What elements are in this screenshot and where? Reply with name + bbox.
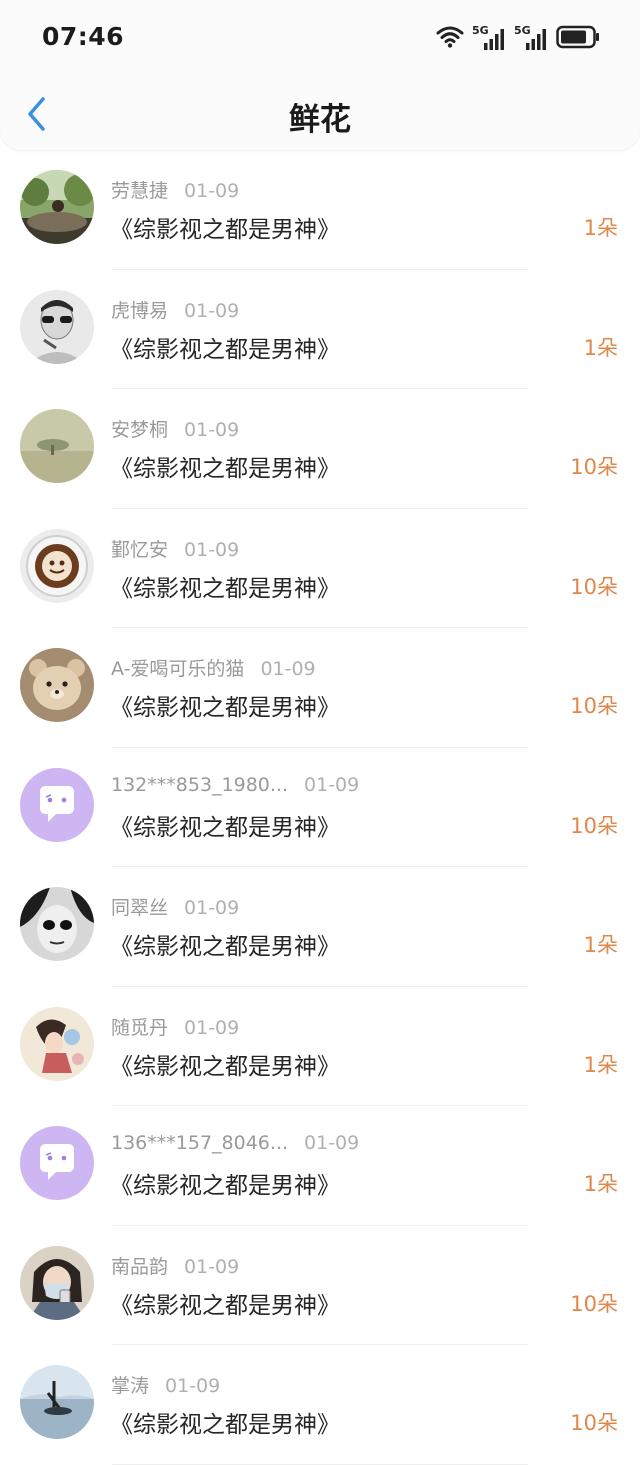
gift-date: 01-09: [165, 1375, 221, 1397]
flower-count: 1朵: [583, 933, 618, 957]
avatar[interactable]: [20, 170, 94, 244]
list-item[interactable]: 132***853_1980... 01-09 《综影视之都是男神》 10朵: [0, 748, 640, 868]
list-item[interactable]: 安梦桐 01-09 《综影视之都是男神》 10朵: [0, 389, 640, 509]
gift-date: 01-09: [304, 1132, 360, 1154]
user-name: 安梦桐: [111, 419, 169, 441]
avatar[interactable]: [20, 1006, 94, 1081]
list-item[interactable]: 虎博易 01-09 《综影视之都是男神》 1朵: [0, 270, 640, 390]
flower-count: 1朵: [583, 216, 618, 240]
item-meta: 136***157_8046... 01-09: [111, 1132, 359, 1154]
flower-count: 10朵: [570, 813, 618, 838]
gift-date: 01-09: [184, 897, 240, 919]
gift-date: 01-09: [184, 538, 240, 561]
user-name: 劳慧捷: [111, 180, 169, 202]
book-title: 《综影视之都是男神》: [110, 336, 340, 363]
list-item[interactable]: 同翠丝 01-09 《综影视之都是男神》 1朵: [0, 867, 640, 987]
signal-2-icon: 5G: [514, 24, 548, 52]
gift-date: 01-09: [184, 1016, 240, 1039]
user-name: 132***853_1980...: [111, 773, 289, 796]
avatar[interactable]: [20, 409, 94, 483]
gift-date: 01-09: [184, 180, 240, 202]
list-item[interactable]: 鄞忆安 01-09 《综影视之都是男神》 10朵: [0, 509, 640, 629]
title-bar: 鲜花: [0, 80, 640, 150]
flower-count: 10朵: [570, 574, 618, 599]
flower-count: 10朵: [570, 455, 618, 479]
status-time: 07:46: [42, 22, 125, 51]
user-name: 136***157_8046...: [111, 1132, 289, 1154]
gift-date: 01-09: [184, 419, 240, 441]
item-meta: 随觅丹 01-09: [111, 1013, 239, 1040]
status-icons: 5G 5G: [436, 24, 600, 54]
book-title: 《综影视之都是男神》: [110, 1412, 340, 1438]
book-title: 《综影视之都是男神》: [110, 1053, 340, 1080]
user-name: 掌涛: [111, 1375, 150, 1397]
gift-date: 01-09: [260, 658, 316, 680]
flower-count: 10朵: [570, 1411, 618, 1435]
item-meta: 同翠丝 01-09: [111, 893, 239, 920]
user-name: 随觅丹: [111, 1016, 169, 1039]
user-name: 虎博易: [111, 299, 169, 322]
avatar[interactable]: [20, 767, 94, 842]
item-meta: 虎博易 01-09: [111, 296, 239, 323]
page-title: 鲜花: [289, 102, 351, 138]
header: 07:46 5G 5G 鲜花: [0, 0, 640, 150]
avatar[interactable]: [20, 1365, 94, 1439]
gift-date: 01-09: [304, 773, 360, 796]
list-item[interactable]: A-爱喝可乐的猫 01-09 《综影视之都是男神》 10朵: [0, 628, 640, 748]
avatar[interactable]: [20, 648, 94, 722]
avatar[interactable]: [20, 289, 94, 364]
battery-icon: [556, 25, 600, 53]
book-title: 《综影视之都是男神》: [110, 456, 340, 482]
item-meta: A-爱喝可乐的猫 01-09: [111, 654, 316, 681]
user-name: 南品韵: [111, 1255, 169, 1278]
item-meta: 鄞忆安 01-09: [111, 535, 239, 562]
book-title: 《综影视之都是男神》: [110, 934, 340, 960]
list-item[interactable]: 136***157_8046... 01-09 《综影视之都是男神》 1朵: [0, 1106, 640, 1226]
item-meta: 南品韵 01-09: [111, 1252, 239, 1279]
status-bar: 07:46 5G 5G: [0, 0, 640, 80]
list-item[interactable]: 南品韵 01-09 《综影视之都是男神》 10朵: [0, 1226, 640, 1346]
avatar[interactable]: [20, 528, 94, 603]
user-name: 鄞忆安: [111, 538, 169, 561]
list-item[interactable]: 随觅丹 01-09 《综影视之都是男神》 1朵: [0, 987, 640, 1107]
book-title: 《综影视之都是男神》: [110, 575, 340, 602]
user-name: 同翠丝: [111, 897, 169, 919]
list-item[interactable]: 劳慧捷 01-09 《综影视之都是男神》 1朵: [0, 150, 640, 270]
book-title: 《综影视之都是男神》: [110, 695, 340, 721]
avatar[interactable]: [20, 1245, 94, 1320]
gift-date: 01-09: [184, 1255, 240, 1278]
item-meta: 劳慧捷 01-09: [111, 176, 239, 203]
book-title: 《综影视之都是男神》: [110, 1173, 340, 1199]
flower-list: 劳慧捷 01-09 《综影视之都是男神》 1朵 虎博易 01-09 《综影视之都是男神》 1朵…: [0, 150, 640, 1465]
gift-date: 01-09: [184, 299, 240, 322]
item-meta: 132***853_1980... 01-09: [111, 774, 359, 796]
book-title: 《综影视之都是男神》: [110, 1292, 340, 1319]
flower-count: 1朵: [583, 1052, 618, 1077]
book-title: 《综影视之都是男神》: [110, 217, 340, 243]
flower-count: 1朵: [583, 335, 618, 360]
avatar[interactable]: [20, 887, 94, 961]
item-meta: 安梦桐 01-09: [111, 415, 239, 442]
signal-1-icon: 5G: [472, 24, 506, 52]
avatar[interactable]: [20, 1126, 94, 1200]
list-item[interactable]: 掌涛 01-09 《综影视之都是男神》 10朵: [0, 1345, 640, 1465]
flower-count: 10朵: [570, 694, 618, 718]
flower-count: 10朵: [570, 1291, 618, 1316]
flower-count: 1朵: [583, 1172, 618, 1196]
user-name: A-爱喝可乐的猫: [111, 658, 245, 680]
wifi-icon: [436, 25, 464, 53]
book-title: 《综影视之都是男神》: [110, 814, 340, 841]
item-meta: 掌涛 01-09: [111, 1371, 220, 1398]
